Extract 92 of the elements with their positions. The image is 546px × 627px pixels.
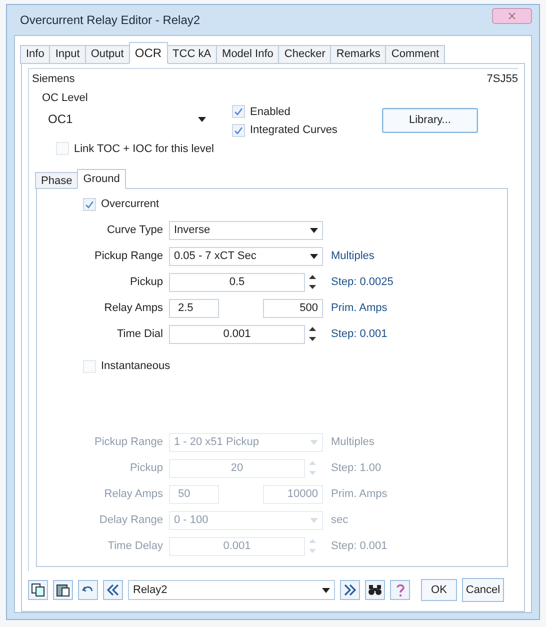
dropdown-value: 0.05 - 7 xCT Sec [174, 248, 256, 264]
field-value: 20 [230, 460, 244, 476]
ok-button[interactable]: OK [421, 579, 457, 601]
checkbox-label: Enabled [250, 104, 290, 120]
field-label: Delay Range [98, 512, 164, 528]
checkbox[interactable] [232, 124, 245, 137]
library-button[interactable]: Library... [382, 108, 478, 132]
unit-label: sec [331, 512, 348, 528]
field-label: Time Delay [106, 538, 164, 554]
next-button[interactable] [340, 580, 360, 600]
field-label: Curve Type [106, 222, 164, 238]
unit-label: Step: 0.001 [331, 538, 388, 554]
copy-button[interactable] [28, 580, 48, 600]
help-button[interactable] [390, 580, 410, 600]
tab[interactable]: Remarks [330, 45, 386, 64]
dropdown-value: Relay2 [133, 582, 168, 598]
field-label: Pickup Range [94, 434, 164, 450]
find-button[interactable] [365, 580, 385, 600]
tab[interactable]: Model Info [216, 45, 280, 64]
spin-arrows-icon[interactable] [309, 326, 316, 342]
field-label: Time Dial [116, 326, 164, 342]
undo-button[interactable] [78, 580, 98, 600]
double-left-icon [107, 584, 119, 596]
field-label: Relay Amps [103, 300, 164, 316]
caret-icon [310, 254, 318, 258]
unit-label: Prim. Amps [331, 300, 388, 316]
number-field[interactable]: 0.5 [169, 272, 305, 292]
field-value: 50 [178, 486, 190, 502]
double-right-icon [344, 584, 356, 596]
spin-arrows-icon[interactable] [309, 274, 316, 290]
unit-label: Step: 1.00 [331, 460, 382, 476]
caret-icon [322, 588, 330, 592]
check-icon [85, 200, 94, 208]
tab[interactable]: Output [84, 45, 130, 64]
tab[interactable]: Checker [278, 45, 332, 64]
primary-amps-field[interactable]: 500 [263, 298, 323, 318]
field-label: Pickup [128, 274, 164, 290]
field-value: 0.5 [229, 274, 245, 290]
dropdown[interactable]: 0.05 - 7 xCT Sec [169, 246, 323, 266]
paste-button[interactable] [53, 580, 73, 600]
unit-label: Prim. Amps [331, 486, 388, 502]
unit-label: Multiples [331, 248, 374, 264]
dropdown[interactable]: Inverse [169, 220, 323, 240]
caret-icon [198, 116, 206, 122]
dropdown-value: 0 - 100 [174, 512, 208, 528]
close-button[interactable] [492, 8, 532, 24]
checkbox-label: Link TOC + IOC for this level [74, 142, 214, 156]
tab[interactable]: Comment [385, 45, 446, 64]
number-field[interactable]: 0.001 [169, 324, 305, 344]
tab[interactable]: Input [49, 45, 86, 64]
tab[interactable]: Phase [35, 172, 78, 189]
caret-icon [310, 228, 318, 232]
field-value: 0.001 [223, 326, 251, 342]
dropdown-value: Inverse [174, 222, 210, 238]
model-label: 7SJ55 [486, 72, 518, 87]
checkbox[interactable] [83, 198, 96, 210]
close-icon [508, 12, 516, 20]
field-label: Pickup Range [94, 248, 164, 264]
checkbox-label: Integrated Curves [250, 123, 338, 138]
unit-label: Step: 0.001 [331, 326, 388, 342]
unit-label: Multiples [331, 434, 374, 450]
checkbox-label: Instantaneous [101, 358, 170, 374]
field-value: 500 [300, 300, 318, 316]
field-label: Pickup [128, 460, 164, 476]
oc-level-label: OC Level [42, 90, 89, 106]
tab[interactable]: Ground [77, 169, 126, 189]
tab[interactable]: OCR [128, 42, 168, 64]
field-value: 0.001 [223, 538, 251, 554]
unit-label: Step: 0.0025 [331, 274, 394, 290]
dropdown-value: OC1 [48, 111, 73, 128]
binoculars-icon [368, 584, 382, 596]
window-title: Overcurrent Relay Editor - Relay2 [20, 12, 200, 29]
dropdown-value: 1 - 20 x51 Pickup [174, 434, 259, 450]
relay-amps-field[interactable]: 2.5 [169, 298, 219, 318]
caret-icon [310, 518, 318, 522]
checkbox-label: Overcurrent [101, 196, 160, 212]
previous-button[interactable] [103, 580, 123, 600]
tab[interactable]: Info [20, 45, 50, 64]
copy-icon [31, 583, 45, 597]
relay-dropdown[interactable]: Relay2 [128, 580, 335, 600]
caret-icon [310, 440, 318, 444]
manufacturer-label: Siemens [32, 72, 75, 87]
cancel-button[interactable]: Cancel [462, 578, 504, 602]
checkbox[interactable] [232, 105, 245, 118]
oc-level-dropdown[interactable]: OC1 [42, 108, 212, 130]
question-mark-icon [396, 584, 404, 596]
field-value: 2.5 [178, 300, 194, 316]
checkbox[interactable] [83, 360, 96, 372]
checkbox[interactable] [56, 142, 69, 156]
field-value: 10000 [287, 486, 318, 502]
clipboard-icon [56, 583, 70, 597]
field-label: Relay Amps [103, 486, 164, 502]
